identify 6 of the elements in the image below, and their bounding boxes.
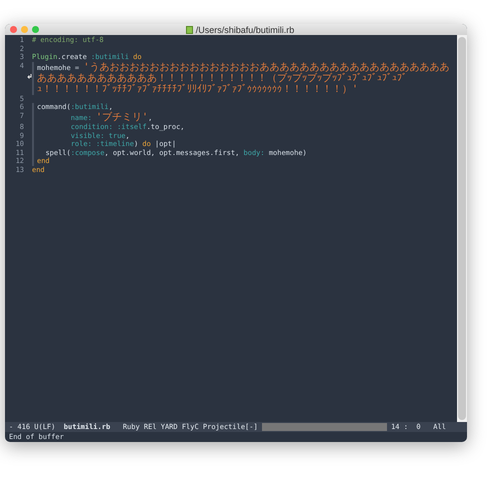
wrap-icon [27,74,32,80]
minimize-button[interactable] [21,26,28,33]
zoom-button[interactable] [32,26,39,33]
close-button[interactable] [10,26,17,33]
file-icon [186,26,193,34]
window-title: /Users/shibafu/butimili.rb [196,24,294,34]
